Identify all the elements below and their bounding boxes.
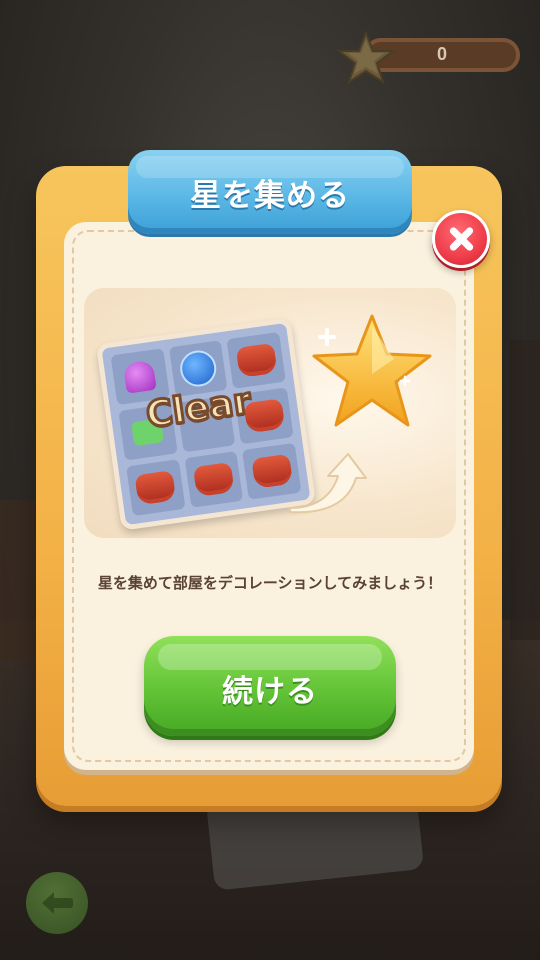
sparkle-icon [318,328,336,346]
hat-piece-icon [192,461,235,497]
star-counter: 0 [336,30,522,85]
bell-piece-icon [123,359,158,394]
clock-piece-icon [177,348,219,389]
board-cell [184,451,244,508]
dialog-description: 星を集めて部屋をデコレーションしてみましょう！ [97,574,443,592]
close-button[interactable] [432,210,490,268]
close-icon [447,225,475,253]
board-cell [226,331,286,389]
back-button[interactable] [26,872,88,934]
dialog-title: 星を集める [190,178,350,214]
back-arrow-icon [42,892,73,914]
star-icon [336,30,396,85]
hat-piece-icon [235,342,278,378]
dialog-title-tab: 星を集める [128,150,412,234]
hat-piece-icon [134,470,177,506]
furniture-background [0,500,40,660]
board-cell [126,459,186,517]
continue-button-label: 続ける [222,674,318,710]
curved-arrow-icon [289,453,367,514]
sparkle-icon [399,375,411,387]
continue-button[interactable]: 続ける [144,636,396,736]
window-background [510,340,540,640]
